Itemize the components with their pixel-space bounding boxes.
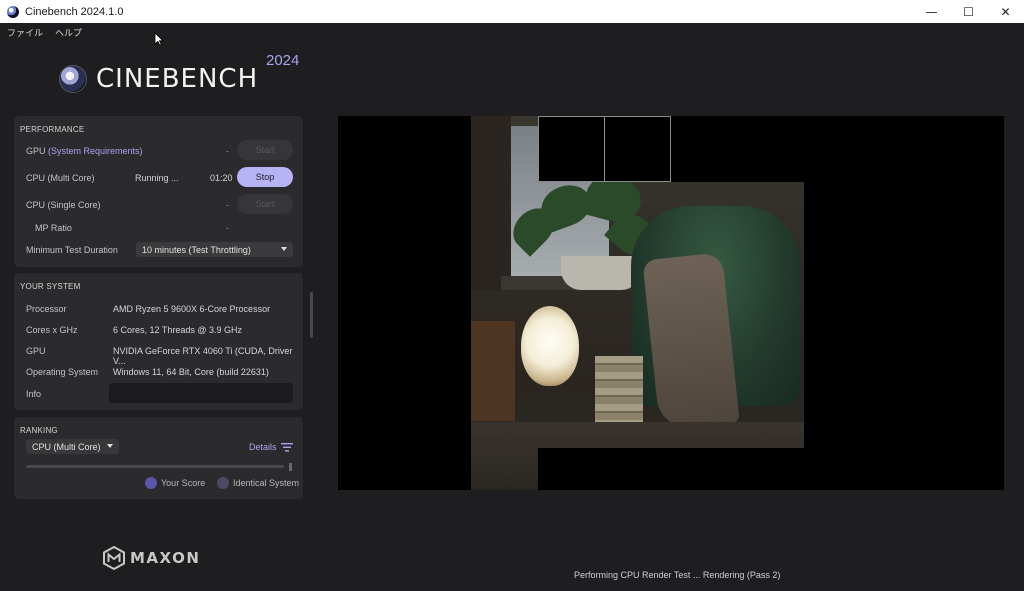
gpu-test-label: GPU (System Requirements) — [26, 146, 143, 156]
cinebench-logo: CINEBENCH — [59, 64, 258, 94]
scene-books — [595, 356, 643, 422]
title-bar: Cinebench 2024.1.0 — ☐ ✕ — [0, 0, 1024, 23]
cpu-multi-stop-button[interactable]: Stop — [237, 167, 293, 187]
minimize-button[interactable]: — — [913, 0, 950, 23]
cinebench-app-icon — [7, 5, 19, 18]
maximize-button[interactable]: ☐ — [950, 0, 987, 23]
info-label: Info — [26, 389, 42, 399]
scene-plant-pot — [561, 256, 641, 290]
os-label: Operating System — [26, 367, 99, 377]
mp-ratio-label: MP Ratio — [35, 223, 72, 233]
performance-panel: PERFORMANCE GPU (System Requirements) - … — [14, 116, 303, 267]
cpu-multi-time: 01:20 — [210, 173, 233, 183]
logo-year: 2024 — [266, 52, 300, 69]
window-title: Cinebench 2024.1.0 — [25, 5, 124, 18]
logo-text: CINEBENCH — [96, 64, 259, 94]
cpu-single-label: CPU (Single Core) — [26, 200, 101, 210]
chevron-down-icon — [107, 444, 113, 448]
legend-your-score: Your Score — [145, 477, 205, 489]
processor-value: AMD Ryzen 5 9600X 6-Core Processor — [113, 304, 271, 314]
min-test-duration-select[interactable]: 10 minutes (Test Throttling) — [136, 242, 293, 257]
mouse-cursor-icon — [154, 32, 164, 46]
gpu-label-text: GPU — [26, 146, 46, 156]
details-label: Details — [249, 442, 277, 452]
menu-bar: ファイル ヘルプ — [0, 23, 87, 41]
min-test-duration-label: Minimum Test Duration — [26, 245, 118, 255]
maxon-text: MAXON — [130, 549, 201, 567]
menu-file[interactable]: ファイル — [7, 26, 43, 39]
system-requirements-link[interactable]: (System Requirements) — [48, 146, 143, 156]
your-system-title: YOUR SYSTEM — [20, 282, 81, 291]
your-score-label: Your Score — [161, 478, 206, 488]
your-system-panel: YOUR SYSTEM Processor AMD Ryzen 5 9600X … — [14, 273, 303, 410]
processor-label: Processor — [26, 304, 67, 314]
cpu-single-time: - — [226, 200, 229, 210]
scene-window-frame — [471, 116, 511, 291]
details-button[interactable]: Details — [249, 442, 293, 452]
unrendered-region — [538, 448, 804, 490]
scene-lamp — [521, 306, 579, 386]
system-gpu-value: NVIDIA GeForce RTX 4060 Ti (CUDA, Driver… — [113, 346, 293, 366]
gpu-time: - — [226, 146, 229, 156]
cinebench-logo-icon — [59, 65, 87, 93]
ranking-scroll-thumb[interactable] — [289, 463, 292, 471]
cpu-multi-label: CPU (Multi Core) — [26, 173, 95, 183]
ranking-category-value: CPU (Multi Core) — [32, 441, 101, 452]
render-bucket — [604, 116, 671, 182]
maxon-logo-icon — [103, 546, 125, 570]
min-test-duration-value: 10 minutes (Test Throttling) — [142, 244, 251, 255]
maxon-logo: MAXON — [103, 546, 200, 570]
left-panel-scrollbar[interactable] — [310, 292, 313, 338]
render-scene-image — [471, 116, 804, 490]
cores-ghz-label: Cores x GHz — [26, 325, 78, 335]
performance-title: PERFORMANCE — [20, 125, 85, 134]
ranking-category-select[interactable]: CPU (Multi Core) — [26, 439, 119, 454]
identical-system-label: Identical System — [233, 478, 300, 488]
scene-crate — [471, 321, 515, 421]
your-score-dot-icon — [145, 477, 157, 489]
ranking-title: RANKING — [20, 426, 58, 435]
filter-icon — [280, 442, 293, 452]
cores-ghz-value: 6 Cores, 12 Threads @ 3.9 GHz — [113, 325, 243, 335]
os-value: Windows 11, 64 Bit, Core (build 22631) — [113, 367, 269, 377]
cpu-multi-status: Running ... — [135, 173, 179, 183]
render-viewport — [338, 116, 1004, 490]
legend-identical-system: Identical System — [217, 477, 299, 489]
window-controls: — ☐ ✕ — [913, 0, 1024, 23]
gpu-start-button[interactable]: Start — [237, 140, 293, 160]
mp-ratio-value: - — [226, 223, 229, 233]
cpu-single-start-button[interactable]: Start — [237, 194, 293, 214]
system-gpu-label: GPU — [26, 346, 46, 356]
close-button[interactable]: ✕ — [987, 0, 1024, 23]
render-status-text: Performing CPU Render Test ... Rendering… — [574, 570, 781, 580]
render-bucket — [538, 116, 605, 182]
menu-help[interactable]: ヘルプ — [55, 26, 82, 39]
ranking-scroll-track[interactable] — [26, 465, 284, 468]
identical-system-dot-icon — [217, 477, 229, 489]
ranking-panel: RANKING CPU (Multi Core) Details Your Sc… — [14, 417, 303, 499]
chevron-down-icon — [281, 247, 287, 251]
info-field[interactable] — [109, 383, 293, 403]
